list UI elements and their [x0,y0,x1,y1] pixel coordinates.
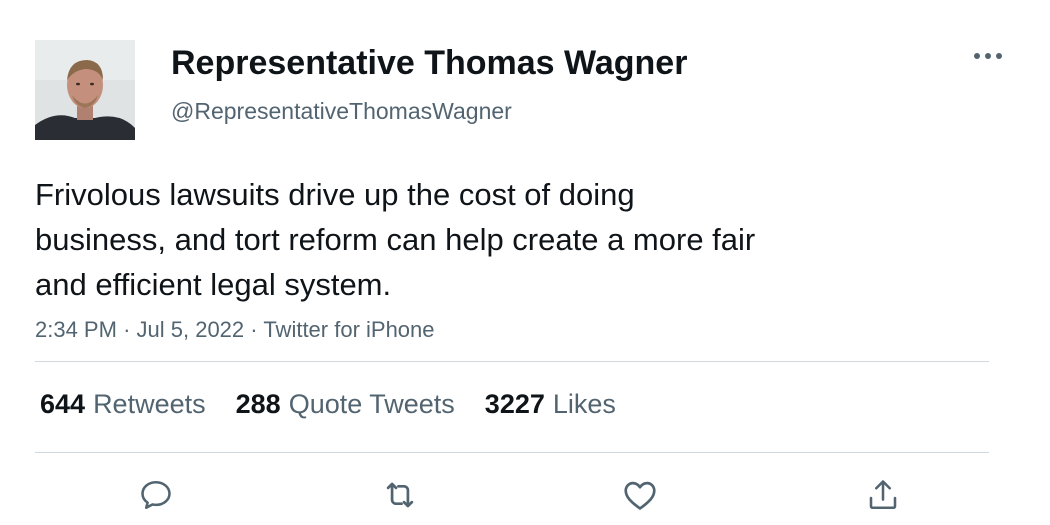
tweet-source[interactable]: Twitter for iPhone [263,317,434,342]
meta-separator: · [123,317,131,342]
more-options-button[interactable] [966,40,1010,72]
retweet-icon [386,482,414,508]
likes-label: Likes [552,389,616,419]
more-dots-icon [974,53,1002,59]
share-icon [869,480,897,510]
avatar[interactable] [35,40,135,140]
retweet-button[interactable] [375,470,425,520]
reply-icon [141,480,171,510]
like-button[interactable] [615,470,665,520]
author-display-name[interactable]: Representative Thomas Wagner [171,42,687,84]
quote-tweets-stat[interactable]: 288 Quote Tweets [236,386,455,422]
retweets-stat[interactable]: 644 Retweets [40,386,206,422]
tweet-text: Frivolous lawsuits drive up the cost of … [35,172,895,307]
engagement-stats: 644 Retweets 288 Quote Tweets 3227 Likes [40,386,646,422]
tweet-date[interactable]: Jul 5, 2022 [137,317,245,342]
quote-tweets-count: 288 [235,389,281,419]
tweet-meta: 2:34 PM · Jul 5, 2022 · Twitter for iPho… [35,315,435,345]
likes-stat[interactable]: 3227 Likes [485,386,616,422]
tweet-text-line: Frivolous lawsuits drive up the cost of … [35,177,635,212]
retweets-count: 644 [40,389,86,419]
like-icon [624,481,656,510]
tweet-text-line: and efficient legal system. [35,267,392,302]
divider [35,452,989,453]
reply-button[interactable] [131,470,181,520]
likes-count: 3227 [484,389,545,419]
meta-separator: · [250,317,258,342]
tweet-time[interactable]: 2:34 PM [35,317,117,342]
profile-photo-icon [35,40,135,140]
share-button[interactable] [858,470,908,520]
retweets-label: Retweets [93,389,206,419]
divider [35,361,989,362]
tweet-text-line: business, and tort reform can help creat… [35,222,756,257]
author-handle[interactable]: @RepresentativeThomasWagner [171,96,512,126]
quote-tweets-label: Quote Tweets [288,389,455,419]
